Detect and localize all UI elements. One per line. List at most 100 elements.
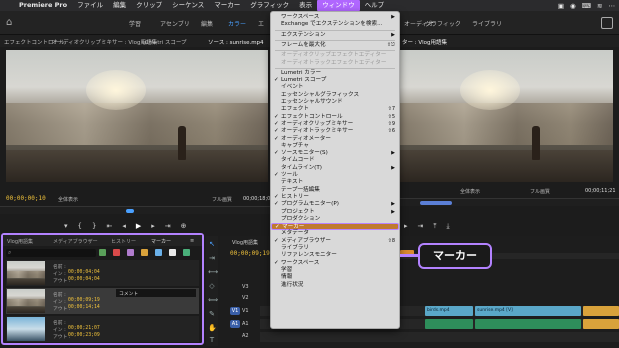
source-patch-v1[interactable]: V1 (230, 307, 240, 315)
window-menu-item[interactable]: ✓ プログラムモニター(P) ▶ (271, 201, 399, 208)
program-scrubber[interactable] (400, 198, 619, 206)
marker-comment[interactable]: コメント (116, 289, 196, 297)
window-menu-item[interactable]: Exchange でエクステンションを検索... (271, 21, 399, 28)
window-menu-item[interactable]: ✓ オーディオトラックミキサー ⇧6 (271, 128, 399, 135)
window-menu-item[interactable]: ✓ オーディオクリップミキサー ⇧9 (271, 121, 399, 128)
marker-in-value[interactable]: 00;00;09;19 (68, 298, 100, 303)
track-label-v1[interactable]: V1 (242, 308, 249, 314)
window-menu-item[interactable]: 情報 (271, 274, 399, 281)
marker-in-value[interactable]: 00;00;04;04 (68, 270, 100, 275)
menu-help[interactable]: ヘルプ (360, 0, 390, 11)
window-menu-item[interactable]: プロジェクト ▶ (271, 209, 399, 216)
program-lift-icon[interactable]: ⤒ (433, 222, 436, 231)
workspace-color[interactable]: カラー (228, 19, 246, 28)
window-menu-item[interactable]: エッセンシャルグラフィックス (271, 92, 399, 99)
program-quality-select[interactable]: フル画質 (530, 188, 550, 195)
insert-icon[interactable]: ⊕ (181, 222, 187, 230)
window-menu-item[interactable]: エッセンシャルサウンド (271, 99, 399, 106)
window-menu-item[interactable]: テキスト (271, 179, 399, 186)
ripple-edit-tool-icon[interactable]: ⟷ (208, 268, 218, 276)
window-menu-item[interactable]: ✓ ヒストリー (271, 194, 399, 201)
window-menu-item[interactable]: エクステンション ▶ (271, 32, 399, 39)
marker-out-value[interactable]: 00;00;23;09 (68, 333, 100, 338)
window-menu-item[interactable]: Lumetri カラー (271, 70, 399, 77)
marker-row[interactable]: 名前 : イン : 00;00;09;19 アウト : 00;00;14;14 … (6, 288, 199, 314)
menu-sequence[interactable]: シーケンス (167, 0, 209, 11)
color-filter-orange[interactable] (141, 249, 148, 256)
audio-clip-1[interactable] (425, 319, 473, 329)
go-to-in-icon[interactable]: ⇤ (106, 222, 112, 230)
status-icon-1[interactable]: ▣ (558, 2, 564, 10)
window-menu-item[interactable]: イベント (271, 84, 399, 91)
home-icon[interactable]: ⌂ (6, 17, 18, 29)
wifi-icon[interactable]: ≋ (597, 2, 602, 10)
clip-birds[interactable]: birds.mp4 (425, 306, 473, 316)
color-filter-red[interactable] (113, 249, 120, 256)
tab-media-browser[interactable]: メディアブラウザー (53, 238, 98, 245)
track-label-a1[interactable]: A1 (242, 321, 249, 327)
workspace-graphics[interactable]: グラフィック (425, 19, 461, 28)
menu-edit[interactable]: 編集 (108, 0, 131, 11)
add-marker-icon[interactable]: ▾ (64, 222, 68, 230)
share-icon[interactable] (601, 17, 613, 29)
tab-markers[interactable]: マーカー (151, 238, 171, 245)
marker-row[interactable]: 名前 : イン : 00;00;21;07 アウト : 00;00;23;09 (6, 316, 199, 342)
tab-lumetri-scopes[interactable]: Lumetri スコープ (142, 38, 187, 46)
window-menu-item[interactable]: ✓ エフェクトコントロール ⇧5 (271, 114, 399, 121)
color-filter-purple[interactable] (127, 249, 134, 256)
tab-source[interactable]: ソース : sunrise.mp4 (208, 38, 264, 46)
window-menu-item[interactable]: タイムライン(T) ▶ (271, 165, 399, 172)
menu-graphics[interactable]: グラフィック (245, 0, 294, 11)
mark-in-icon[interactable]: { (78, 222, 82, 230)
status-icon-2[interactable]: ◉ (570, 2, 576, 10)
status-icon-3[interactable]: ⌨ (582, 2, 591, 10)
track-label-v2[interactable]: V2 (242, 295, 249, 301)
window-menu-item[interactable]: エフェクト ⇧7 (271, 106, 399, 113)
play-icon[interactable]: ▶ (136, 222, 141, 230)
window-menu-item[interactable]: プロダクション (271, 216, 399, 223)
source-fit-select[interactable]: 全体表示 (58, 196, 78, 203)
track-select-tool-icon[interactable]: ⇥ (208, 254, 216, 262)
audio-clip-2[interactable] (475, 319, 581, 329)
step-back-icon[interactable]: ◂ (122, 222, 126, 230)
razor-tool-icon[interactable]: ◇ (208, 282, 216, 290)
source-quality-select[interactable]: フル画質 (212, 196, 232, 203)
color-filter-yellow[interactable] (155, 249, 162, 256)
selection-tool-icon[interactable]: ↖ (208, 240, 216, 248)
color-filter-blue[interactable] (183, 249, 190, 256)
slip-tool-icon[interactable]: ⟺ (208, 296, 218, 304)
window-menu-item[interactable]: フレームを最大化 ⇧⎋ (271, 42, 399, 49)
workspace-assembly[interactable]: アセンブリ (160, 19, 190, 28)
in-out-range[interactable] (420, 201, 452, 205)
marker-search-input[interactable]: ⌕ (6, 249, 96, 257)
color-filter-white[interactable] (169, 249, 176, 256)
program-go-to-out-icon[interactable]: ⇥ (418, 222, 424, 230)
tab-program[interactable]: ター : Vlog用語集 (402, 38, 447, 46)
window-menu-item[interactable]: ✓ ワークスペース (271, 260, 399, 267)
window-menu-item[interactable]: テープ一括編集 (271, 187, 399, 194)
hand-tool-icon[interactable]: ✋ (208, 324, 217, 332)
go-to-out-icon[interactable]: ⇥ (165, 222, 171, 230)
menu-clip[interactable]: クリップ (131, 0, 167, 11)
marker-in-value[interactable]: 00;00;21;07 (68, 326, 100, 331)
marker-out-value[interactable]: 00;00;04;04 (68, 277, 100, 282)
window-menu-item[interactable]: リファレンスモニター (271, 252, 399, 259)
step-forward-icon[interactable]: ▸ (151, 222, 155, 230)
menu-file[interactable]: ファイル (72, 0, 108, 11)
tab-vlog-project[interactable]: Vlog用語集 (7, 238, 33, 245)
program-fit-select[interactable]: 全体表示 (460, 188, 480, 195)
window-menu-item[interactable]: 進行状況 (271, 282, 399, 289)
workspace-library[interactable]: ライブラリ (472, 19, 502, 28)
workspace-effects[interactable]: エ (258, 19, 264, 28)
tab-history[interactable]: ヒストリー (111, 238, 136, 245)
menu-view[interactable]: 表示 (294, 0, 317, 11)
window-menu-item[interactable]: メタデータ (271, 230, 399, 237)
type-tool-icon[interactable]: T (208, 336, 216, 344)
pen-tool-icon[interactable]: ✎ (208, 310, 216, 318)
source-scrubber[interactable] (0, 206, 270, 214)
timeline-timecode[interactable]: 00;00;09;19 (230, 250, 270, 257)
window-menu-item[interactable]: ✓ ツール (271, 172, 399, 179)
menu-window[interactable]: ウィンドウ (317, 0, 360, 11)
sequence-tab[interactable]: Vlog用語集 (232, 239, 258, 246)
more-icon[interactable]: ⋯ (609, 2, 616, 10)
